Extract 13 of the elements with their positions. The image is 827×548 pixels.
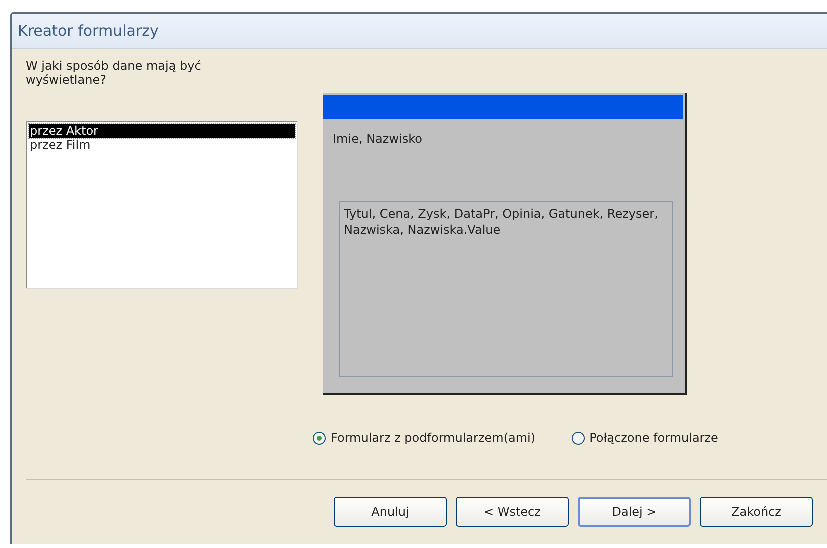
dialog-button[interactable]: Dalej > bbox=[578, 497, 691, 527]
radio-icon[interactable] bbox=[313, 432, 326, 444]
window-title: Kreator formularzy bbox=[18, 22, 159, 40]
main-fields-text: Imie, Nazwisko bbox=[332, 131, 424, 148]
list-item[interactable]: przez Film bbox=[29, 138, 295, 152]
view-list[interactable]: przez Aktor przez Film bbox=[26, 121, 298, 289]
question-text: W jaki sposób dane mają być wyświetlane? bbox=[26, 59, 202, 87]
subform-fields-text: Tytul, Cena, Zysk, DataPr, Opinia, Gatunek, Rezyser, Nazwiska, Nazwiska.Value bbox=[344, 207, 658, 237]
list-item[interactable]: przez Aktor bbox=[29, 124, 295, 138]
radio-icon[interactable] bbox=[572, 432, 585, 444]
dialog-button[interactable]: < Wstecz bbox=[456, 497, 569, 527]
dialog-button[interactable]: Anuluj bbox=[334, 497, 447, 527]
dialog-button[interactable]: Zakończ bbox=[700, 497, 813, 527]
